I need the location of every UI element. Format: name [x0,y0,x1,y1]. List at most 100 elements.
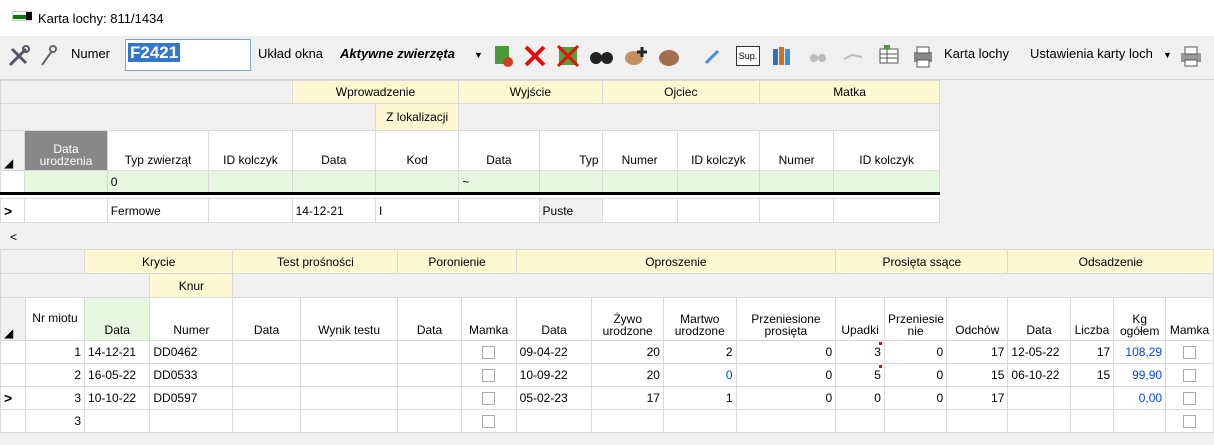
numer-matki-cell[interactable] [759,198,835,223]
numer-input[interactable]: F2421 [125,39,251,71]
chevron-down-icon[interactable]: ▼ [1163,46,1172,61]
data-oproszenia-cell[interactable]: 09-04-22 [515,340,593,364]
mamka-checkbox[interactable] [460,409,517,433]
zywo-urodzone-cell[interactable]: 20 [591,363,664,387]
mamka-checkbox[interactable] [1165,340,1214,364]
chevron-down-icon[interactable]: ▼ [474,46,483,61]
numer-knura-cell[interactable]: DD0533 [149,363,234,387]
row-marker[interactable] [0,340,26,364]
kg-ogolem-cell[interactable]: 0,00 [1113,386,1167,410]
numer-knura-header[interactable]: Numer [149,297,234,341]
data-odsadzenia-header[interactable]: Data [1007,297,1071,341]
row-marker[interactable] [0,409,26,433]
data-poronienia-cell[interactable] [397,340,462,364]
checkbox[interactable] [1183,415,1197,429]
data-krycia-cell[interactable] [84,409,151,433]
upadki-cell[interactable]: 5 [835,363,885,387]
data-oproszenia-cell[interactable]: 05-02-23 [515,386,593,410]
table-row[interactable]: 1 14-12-21 DD0462 09-04-22 20 2 0 3 0 17 12-05-22 1… [0,340,1214,364]
delete-icon[interactable] [522,43,548,69]
data-odsadzenia-cell[interactable] [1007,409,1071,433]
odchow-cell[interactable]: 17 [946,386,1009,410]
kod-cell[interactable]: I [374,198,460,223]
checkbox[interactable] [482,369,496,383]
numer-ojca-cell[interactable] [601,198,678,223]
wynik-testu-header[interactable]: Wynik testu [299,297,399,341]
zywo-urodzone-cell[interactable]: 17 [591,386,664,410]
data-testu-cell[interactable] [232,386,301,410]
data-wyjscia-cell[interactable] [458,198,540,223]
przeniesienie-cell[interactable] [883,409,948,433]
karta-lochy-button[interactable]: Karta lochy [944,46,1009,61]
id-kolczyk-matki-header[interactable]: ID kolczyk [833,130,940,171]
filter-cell[interactable] [24,170,108,193]
wrench-icon[interactable] [36,43,62,69]
checkbox[interactable] [1183,346,1197,360]
select-all-corner[interactable]: ◢ [0,297,26,341]
numer-ojca-header[interactable]: Numer [601,130,678,171]
upadki-cell[interactable]: 3 [835,340,885,364]
data-poronienia-cell[interactable] [397,386,462,410]
odchow-cell[interactable] [946,409,1009,433]
filter-data-wyjscia[interactable]: ~ [458,170,540,193]
kg-ogolem-header[interactable]: Kg ogółem [1113,297,1167,341]
kod-header[interactable]: Kod [374,130,460,171]
kg-ogolem-cell[interactable]: 99,90 [1113,363,1167,387]
mamka-checkbox[interactable] [1165,386,1214,410]
przeniesienie-header[interactable]: Przeniesie nie [883,297,948,341]
table-row[interactable]: 2 16-05-22 DD0533 10-09-22 20 0 0 5 0 15 06-10-22 1… [0,363,1214,387]
upadki-cell[interactable]: 0 [835,386,885,410]
checkbox[interactable] [482,415,496,429]
liczba-cell[interactable]: 17 [1069,340,1115,364]
filter-cell[interactable] [208,170,293,193]
checkbox[interactable] [1183,392,1197,406]
zywo-urodzone-cell[interactable]: 20 [591,340,664,364]
id-kolczyk-ojca-cell[interactable] [676,198,761,223]
numer-knura-cell[interactable]: DD0462 [149,340,234,364]
select-all-corner[interactable]: ◢ [0,130,26,171]
horizontal-scrollbar[interactable]: < [0,229,1214,246]
data-testu-cell[interactable] [232,409,301,433]
numer-knura-cell[interactable] [149,409,234,433]
data-krycia-cell[interactable]: 14-12-21 [84,340,151,364]
martwo-urodzone-cell[interactable] [662,409,737,433]
data-testu-header[interactable]: Data [232,297,301,341]
table-row[interactable]: >3 10-10-22 DD0597 05-02-23 17 1 0 0 0 17 0,00 [0,386,1214,410]
kg-ogolem-cell[interactable]: 108,29 [1113,340,1167,364]
binoculars-icon[interactable] [588,43,614,69]
add-document-icon[interactable] [490,43,516,69]
table-row[interactable]: 3 [0,409,1214,433]
filter-typ-zwierzat[interactable]: 0 [106,170,210,193]
data-testu-cell[interactable] [232,363,301,387]
przeniesione-cell[interactable]: 0 [735,386,837,410]
books-icon[interactable] [770,43,796,69]
mamka-checkbox[interactable] [1165,363,1214,387]
filter-cell[interactable] [374,170,460,193]
printer-grid-icon[interactable] [910,43,936,69]
odchow-cell[interactable]: 15 [946,363,1009,387]
przeniesienie-cell[interactable]: 0 [883,340,948,364]
mamka-checkbox[interactable] [460,386,517,410]
liczba-cell[interactable] [1069,386,1115,410]
id-kolczyk-matki-cell[interactable] [833,198,940,223]
typ-zwierzat-cell[interactable]: Fermowe [106,198,210,223]
filter-cell[interactable] [676,170,761,193]
typ-zwierzat-header[interactable]: Typ zwierząt [106,130,210,171]
filter-cell[interactable] [291,170,376,193]
wynik-testu-cell[interactable] [299,340,399,364]
filter-cell[interactable] [538,170,603,193]
numer-knura-cell[interactable]: DD0597 [149,386,234,410]
przeniesione-cell[interactable] [735,409,837,433]
data-krycia-cell[interactable]: 16-05-22 [84,363,151,387]
data-wprowadzenia-cell[interactable]: 14-12-21 [291,198,376,223]
data-oproszenia-cell[interactable] [515,409,593,433]
data-poronienia-cell[interactable] [397,409,462,433]
upadki-cell[interactable] [835,409,885,433]
wynik-testu-cell[interactable] [299,363,399,387]
liczba-cell[interactable] [1069,409,1115,433]
data-krycia-cell[interactable]: 10-10-22 [84,386,151,410]
martwo-urodzone-cell[interactable]: 0 [662,363,737,387]
przeniesienie-cell[interactable]: 0 [883,386,948,410]
nr-miotu-header[interactable]: Nr miotu [24,297,86,341]
data-testu-cell[interactable] [232,340,301,364]
